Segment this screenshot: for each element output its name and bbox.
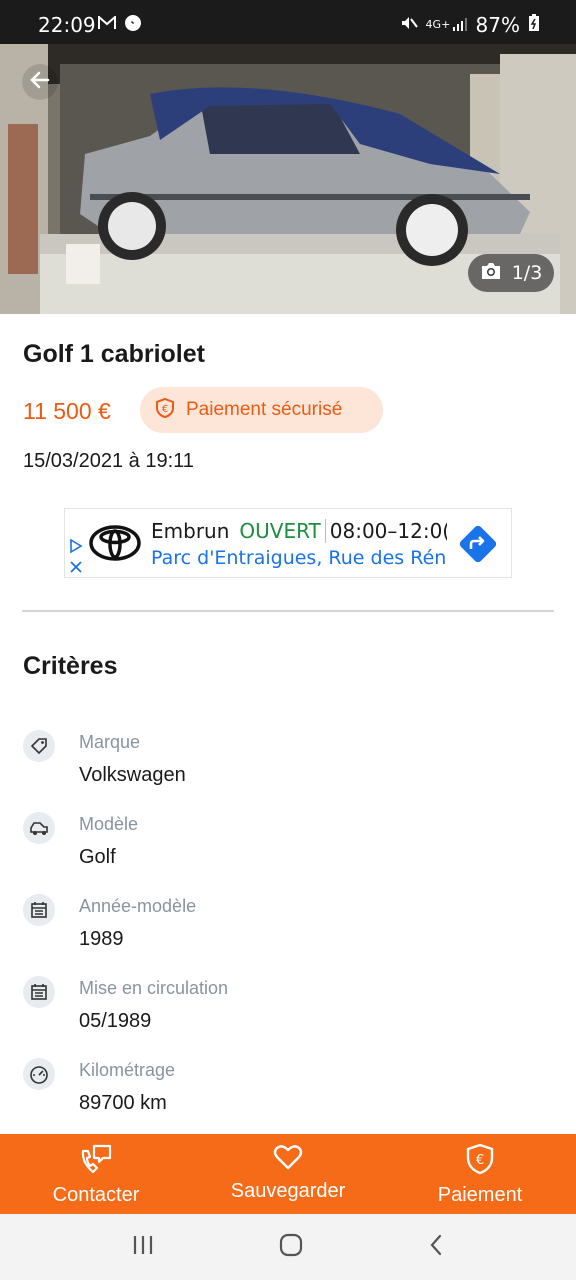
home-icon[interactable] — [278, 1232, 304, 1263]
criteria-item-mileage: Kilométrage 89700 km — [0, 1056, 576, 1126]
criteria-label: Modèle — [79, 814, 139, 834]
calendar-icon — [23, 976, 55, 1008]
back-button[interactable] — [22, 64, 58, 100]
photo-counter-label: 1/3 — [511, 262, 543, 284]
criteria-value: Volkswagen — [79, 764, 186, 786]
signal-icon — [452, 13, 468, 37]
criteria-value: 89700 km — [79, 1092, 167, 1114]
section-divider — [22, 610, 554, 612]
system-nav-bar — [0, 1214, 576, 1280]
listing-price: 11 500 € — [23, 398, 111, 424]
messenger-icon — [124, 14, 142, 37]
arrow-left-icon — [28, 68, 52, 97]
ad-choices[interactable] — [69, 538, 83, 577]
criteria-heading: Critères — [23, 652, 118, 680]
status-bar: 22:09 4G+ 87% — [0, 0, 576, 44]
gmail-icon — [98, 14, 116, 35]
mute-icon — [400, 13, 418, 37]
criteria-label: Mise en circulation — [79, 978, 229, 998]
battery-icon — [528, 13, 540, 37]
ad-hours: 08:00–12:0( — [324, 519, 447, 543]
tag-icon — [23, 730, 55, 762]
secure-payment-label: Paiement sécurisé — [186, 399, 343, 420]
listing-photo[interactable]: 1/3 — [0, 44, 576, 314]
criteria-value: 05/1989 — [79, 1010, 152, 1032]
save-label: Sauvegarder — [230, 1180, 346, 1202]
payment-button[interactable]: € Paiement — [384, 1134, 576, 1214]
car-icon — [23, 812, 55, 844]
svg-text:€: € — [162, 404, 168, 415]
criteria-label: Année-modèle — [79, 896, 197, 916]
phone-chat-icon — [79, 1143, 113, 1180]
secure-payment-badge[interactable]: € Paiement sécurisé — [140, 387, 383, 433]
ad-business-name: Embrun — [151, 519, 230, 543]
criteria-item-registration: Mise en circulation 05/1989 — [0, 974, 576, 1044]
recent-apps-icon[interactable] — [131, 1234, 155, 1261]
speedometer-icon — [23, 1058, 55, 1090]
ad-banner[interactable]: Embrun OUVERT 08:00–12:0( Parc d'Entraigue… — [64, 508, 512, 578]
contact-label: Contacter — [52, 1184, 140, 1206]
criteria-label: Kilométrage — [79, 1060, 176, 1080]
ad-address[interactable]: Parc d'Entraigues, Rue des Rén — [151, 547, 447, 569]
ad-open-status: OUVERT — [239, 519, 321, 543]
svg-text:€: € — [476, 1153, 484, 1168]
listing-date: 15/03/2021 à 19:11 — [23, 450, 194, 472]
criteria-label: Marque — [79, 732, 141, 752]
save-button[interactable]: Sauvegarder — [192, 1134, 384, 1214]
photo-counter[interactable]: 1/3 — [468, 254, 554, 292]
criteria-value: Golf — [79, 846, 116, 868]
payment-label: Paiement — [437, 1184, 523, 1206]
ad-close-icon[interactable] — [69, 560, 83, 577]
criteria-item-brand: Marque Volkswagen — [0, 728, 576, 798]
action-bar: Contacter Sauvegarder € Paiement — [0, 1134, 576, 1214]
camera-icon — [480, 262, 502, 285]
status-time: 22:09 — [38, 13, 96, 37]
criteria-item-model: Modèle Golf — [0, 810, 576, 880]
heart-icon — [273, 1143, 303, 1176]
directions-icon[interactable] — [459, 525, 497, 568]
toyota-logo-icon — [89, 525, 141, 566]
contact-button[interactable]: Contacter — [0, 1134, 192, 1214]
back-nav-icon[interactable] — [427, 1233, 445, 1262]
criteria-value: 1989 — [79, 928, 124, 950]
criteria-item-model-year: Année-modèle 1989 — [0, 892, 576, 962]
listing-title: Golf 1 cabriolet — [23, 340, 205, 368]
calendar-icon — [23, 894, 55, 926]
shield-euro-icon: € — [154, 397, 176, 424]
ad-choices-icon — [69, 538, 83, 558]
network-type: 4G+ — [425, 18, 451, 31]
battery-percent: 87% — [475, 13, 520, 37]
shield-euro-icon: € — [465, 1143, 495, 1180]
